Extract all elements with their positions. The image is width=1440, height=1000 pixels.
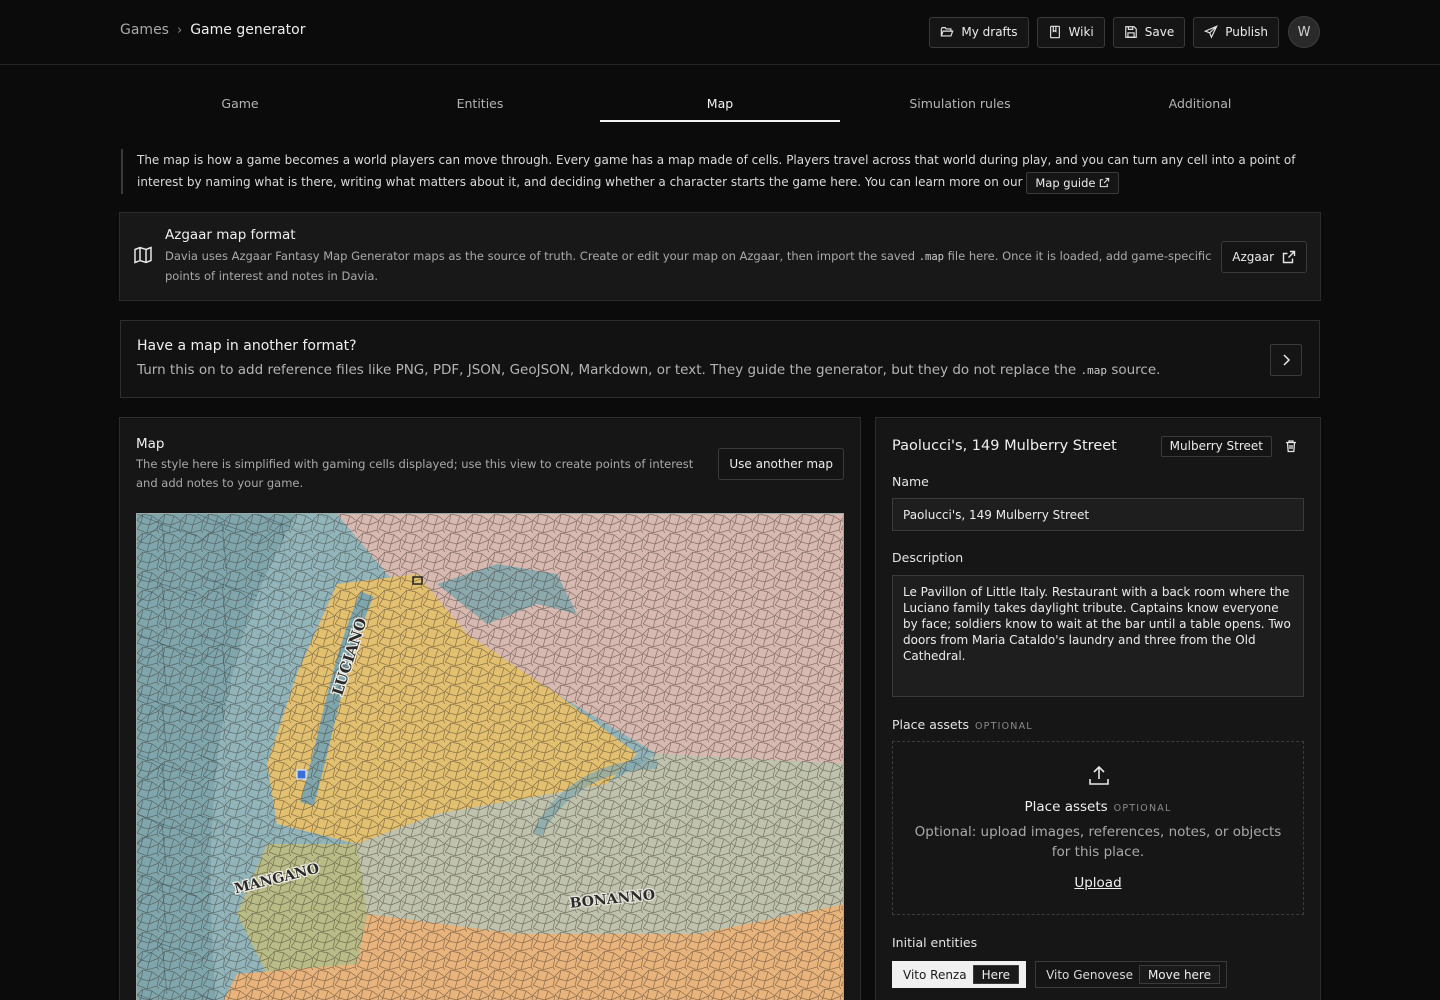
assets-dropzone[interactable]: Place assets OPTIONAL Optional: upload im… xyxy=(892,741,1304,915)
map-guide-link[interactable]: Map guide xyxy=(1026,171,1120,194)
other-desc-a: Turn this on to add reference files like… xyxy=(137,362,1077,378)
other-format-title: Have a map in another format? xyxy=(137,338,357,354)
place-panel: Paolucci's, 149 Mulberry Street Mulberry… xyxy=(875,417,1321,1000)
map-title: Map xyxy=(136,436,165,452)
chevron-right-icon xyxy=(1283,354,1291,366)
entity-chip[interactable]: Vito Genovese Move here xyxy=(1035,961,1227,988)
breadcrumb-current: Game generator xyxy=(190,22,306,38)
map-extension-code: .map xyxy=(1080,364,1108,377)
other-format-description: Turn this on to add reference files like… xyxy=(137,362,1160,378)
map-svg[interactable]: LUCIANO MANGANO BONANNO xyxy=(137,514,844,1000)
upload-link[interactable]: Upload xyxy=(893,875,1303,891)
tab-bar: Game Entities Map Simulation rules Addit… xyxy=(120,88,1320,122)
entity-name: Vito Genovese xyxy=(1046,967,1133,982)
azgaar-description: Davia uses Azgaar Fantasy Map Generator … xyxy=(165,247,1225,286)
external-link-icon xyxy=(1282,250,1296,264)
save-label: Save xyxy=(1144,25,1175,39)
other-format-toggle[interactable]: Have a map in another format? Turn this … xyxy=(120,320,1320,398)
place-title: Paolucci's, 149 Mulberry Street xyxy=(892,438,1117,454)
selected-cell-marker[interactable] xyxy=(296,769,307,780)
tab-game[interactable]: Game xyxy=(120,88,360,122)
avatar[interactable]: W xyxy=(1288,16,1320,48)
place-tag[interactable]: Mulberry Street xyxy=(1160,436,1272,457)
external-link-icon xyxy=(1100,177,1110,188)
azgaar-button-label: Azgaar xyxy=(1232,250,1274,264)
tab-map[interactable]: Map xyxy=(600,88,840,122)
place-assets-label: Place assets OPTIONAL xyxy=(892,717,1033,732)
save-button[interactable]: Save xyxy=(1112,16,1186,48)
optional-badge: OPTIONAL xyxy=(1113,803,1172,814)
initial-entities-label: Initial entities xyxy=(892,935,978,950)
send-icon xyxy=(1204,25,1219,39)
map-intro: The map is how a game becomes a world pl… xyxy=(121,149,1321,194)
tab-entities[interactable]: Entities xyxy=(360,88,600,122)
top-bar: Games › Game generator My drafts Wiki Sa… xyxy=(0,0,1440,65)
entity-here-button[interactable]: Here xyxy=(972,965,1020,984)
breadcrumb: Games › Game generator xyxy=(120,22,305,38)
other-desc-b: source. xyxy=(1111,362,1161,378)
optional-badge: OPTIONAL xyxy=(975,721,1033,732)
wiki-button[interactable]: Wiki xyxy=(1036,16,1105,48)
entity-move-here-button[interactable]: Move here xyxy=(1138,965,1220,984)
cell-grid xyxy=(137,514,843,1000)
entity-chip[interactable]: Vito Renza Here xyxy=(892,961,1027,988)
my-drafts-button[interactable]: My drafts xyxy=(929,16,1029,48)
my-drafts-label: My drafts xyxy=(961,25,1018,39)
floppy-icon xyxy=(1124,26,1137,38)
entity-list: Vito Renza Here Vito Genovese Move here xyxy=(892,961,1227,988)
wiki-label: Wiki xyxy=(1068,25,1094,39)
expand-button[interactable] xyxy=(1270,344,1302,376)
breadcrumb-games[interactable]: Games xyxy=(120,22,169,38)
book-icon xyxy=(1049,25,1060,39)
map-guide-label: Map guide xyxy=(1035,175,1096,190)
map-description: The style here is simplified with gaming… xyxy=(136,457,694,490)
description-label: Description xyxy=(892,550,964,565)
entity-name: Vito Renza xyxy=(903,967,967,982)
tab-simulation-rules[interactable]: Simulation rules xyxy=(840,88,1080,122)
upload-icon xyxy=(1089,765,1109,785)
intro-text: The map is how a game becomes a world pl… xyxy=(137,153,1296,189)
chevron-right-icon: › xyxy=(176,22,183,38)
map-panel: Map The style here is simplified with ga… xyxy=(119,417,861,1000)
azgaar-button[interactable]: Azgaar xyxy=(1221,241,1307,273)
tab-additional[interactable]: Additional xyxy=(1080,88,1320,122)
dropzone-description: Optional: upload images, references, not… xyxy=(914,824,1282,860)
trash-icon[interactable] xyxy=(1284,439,1298,453)
header-actions: My drafts Wiki Save Publish W xyxy=(929,16,1320,48)
map-canvas[interactable]: LUCIANO MANGANO BONANNO xyxy=(136,513,844,1000)
map-extension-code: .map xyxy=(918,251,945,263)
place-assets-label-text: Place assets xyxy=(892,717,969,732)
dropzone-title-text: Place assets xyxy=(1024,799,1108,815)
name-label: Name xyxy=(892,474,929,489)
map-icon xyxy=(134,246,152,264)
azgaar-desc-a: Davia uses Azgaar Fantasy Map Generator … xyxy=(165,249,916,263)
publish-label: Publish xyxy=(1225,25,1268,39)
folder-open-icon xyxy=(941,27,954,37)
dropzone-title: Place assets OPTIONAL xyxy=(893,799,1303,815)
azgaar-format-card: Azgaar map format Davia uses Azgaar Fant… xyxy=(119,212,1321,301)
use-another-map-button[interactable]: Use another map xyxy=(718,448,844,480)
azgaar-title: Azgaar map format xyxy=(165,227,296,243)
name-field[interactable] xyxy=(892,498,1304,531)
publish-button[interactable]: Publish xyxy=(1193,16,1279,48)
description-field[interactable]: Le Pavillon of Little Italy. Restaurant … xyxy=(892,575,1304,697)
